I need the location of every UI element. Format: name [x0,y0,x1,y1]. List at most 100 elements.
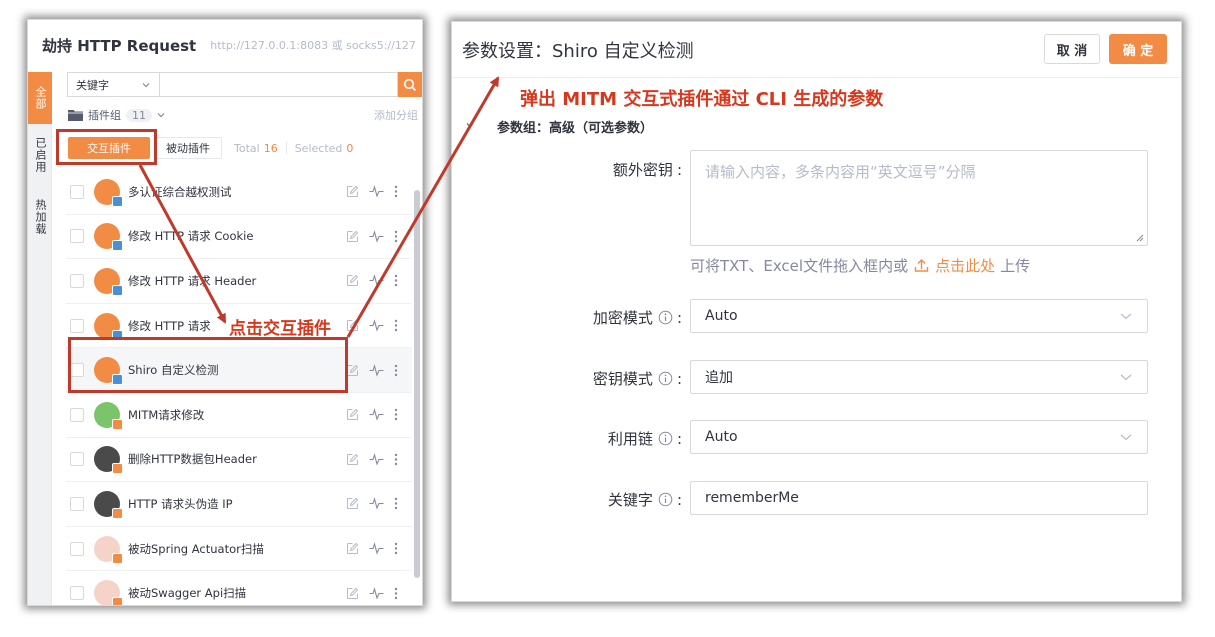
pulse-icon[interactable] [369,363,384,377]
plugin-checkbox[interactable] [70,452,84,467]
edit-icon[interactable] [346,230,359,243]
add-group-link[interactable]: 添加分组 [374,107,418,123]
plugin-type-badge-icon [112,284,123,296]
more-options-icon[interactable] [394,185,398,198]
scrollbar[interactable] [414,190,420,578]
label-colon: : [676,369,682,388]
encrypt-mode-select[interactable]: Auto [690,299,1148,333]
keyword-label-text: 关键字 [607,491,653,509]
pulse-icon[interactable] [369,586,384,600]
plugin-row[interactable]: 删除HTTP数据包Header [66,438,412,483]
plugin-row[interactable]: MITM请求修改 [66,393,412,438]
edit-icon[interactable] [346,453,359,466]
gadget-value: Auto [705,429,738,445]
plugin-type-badge-icon [112,552,123,564]
info-icon[interactable] [658,371,673,386]
plugin-row[interactable]: 被动Spring Actuator扫描 [66,527,412,572]
plugin-row[interactable]: 被动Swagger Api扫描 [66,571,412,605]
passive-plugins-button[interactable]: 被动插件 [154,137,222,159]
chevron-down-icon[interactable] [156,110,166,120]
total-label: Total [234,141,260,155]
edit-icon[interactable] [346,542,359,555]
plugin-name: MITM请求修改 [128,407,205,422]
edit-icon[interactable] [346,274,359,287]
edit-icon[interactable] [346,185,359,198]
extra-key-textarea[interactable]: 请输入内容，多条内容用“英文逗号”分隔 [690,150,1148,246]
plugin-checkbox[interactable] [70,586,84,601]
gadget-select[interactable]: Auto [690,420,1148,454]
search-button[interactable] [398,72,422,97]
keyword-input[interactable]: rememberMe [690,481,1148,515]
upload-link[interactable]: 点击此处 [914,255,995,276]
more-options-icon[interactable] [394,274,398,287]
more-options-icon[interactable] [394,587,398,600]
gadget-label-text: 利用链 [607,430,653,448]
side-tab-hot-reload[interactable]: 热加载 [28,186,52,248]
plugin-avatar [94,267,123,296]
info-icon[interactable] [658,431,673,446]
info-icon[interactable] [658,310,673,325]
more-options-icon[interactable] [394,364,398,377]
pulse-icon[interactable] [369,452,384,466]
plugin-checkbox[interactable] [70,184,84,199]
plugin-checkbox[interactable] [70,541,84,556]
info-icon[interactable] [658,492,673,507]
more-options-icon[interactable] [394,230,398,243]
search-type-select[interactable]: 关键字 [67,72,159,97]
search-input[interactable] [159,72,398,97]
selected-count: 0 [346,141,354,155]
key-mode-select[interactable]: 追加 [690,360,1148,394]
plugin-row-actions [346,542,398,555]
plugin-group-count: 11 [126,108,152,122]
pulse-icon[interactable] [369,185,384,198]
edit-icon[interactable] [346,319,359,332]
pulse-icon[interactable] [369,542,384,555]
pulse-icon[interactable] [369,408,384,421]
confirm-button[interactable]: 确 定 [1109,34,1167,64]
panel-title: 劫持 HTTP Request [42,36,197,55]
resize-handle-icon[interactable] [1136,234,1144,242]
side-tab-all[interactable]: 全部 [28,72,52,124]
search-icon [403,78,417,91]
cancel-button[interactable]: 取 消 [1044,34,1100,64]
plugin-checkbox[interactable] [70,318,84,333]
plugin-row-actions [346,319,398,332]
upload-help-text: 可将TXT、Excel文件拖入框内或 [690,257,909,275]
plugin-row[interactable]: HTTP 请求头伪造 IP [66,482,412,527]
edit-icon[interactable] [346,408,359,421]
annotation-click-plugin: 点击交互插件 [229,319,331,339]
side-tab-enabled[interactable]: 已启用 [28,124,52,186]
plugin-row[interactable]: 多认证综合越权测试 [66,170,412,215]
pulse-icon[interactable] [369,497,384,511]
upload-icon [914,259,929,272]
more-options-icon[interactable] [394,542,398,555]
gadget-label: 利用链 : [608,428,682,449]
edit-icon[interactable] [346,497,359,510]
plugin-type-badge-icon [112,418,123,430]
plugin-row[interactable]: 修改 HTTP 请求 Header [66,259,412,304]
pulse-icon[interactable] [369,230,384,243]
annotation-box-interactive [56,129,157,165]
plugin-checkbox[interactable] [70,273,84,288]
label-colon: : [676,490,682,509]
plugin-group-label[interactable]: 插件组 [88,107,121,123]
plugin-checkbox[interactable] [70,407,84,422]
plugin-row[interactable]: 修改 HTTP 请求 Cookie [66,215,412,260]
plugin-name: 被动Spring Actuator扫描 [128,541,264,556]
plugin-name: 修改 HTTP 请求 Header [128,273,257,288]
plugin-row-actions [346,497,398,511]
more-options-icon[interactable] [394,408,398,421]
plugin-checkbox[interactable] [70,229,84,244]
more-options-icon[interactable] [394,497,398,510]
more-options-icon[interactable] [394,319,398,332]
label-colon: : [676,308,682,327]
pulse-icon[interactable] [369,319,384,332]
key-mode-value: 追加 [705,370,733,386]
edit-icon[interactable] [346,587,359,600]
more-options-icon[interactable] [394,453,398,466]
plugin-row-actions [346,230,398,243]
pulse-icon[interactable] [369,274,384,288]
plugin-checkbox[interactable] [70,496,84,511]
chevron-down-icon[interactable] [465,120,475,130]
plugin-avatar [94,312,123,341]
